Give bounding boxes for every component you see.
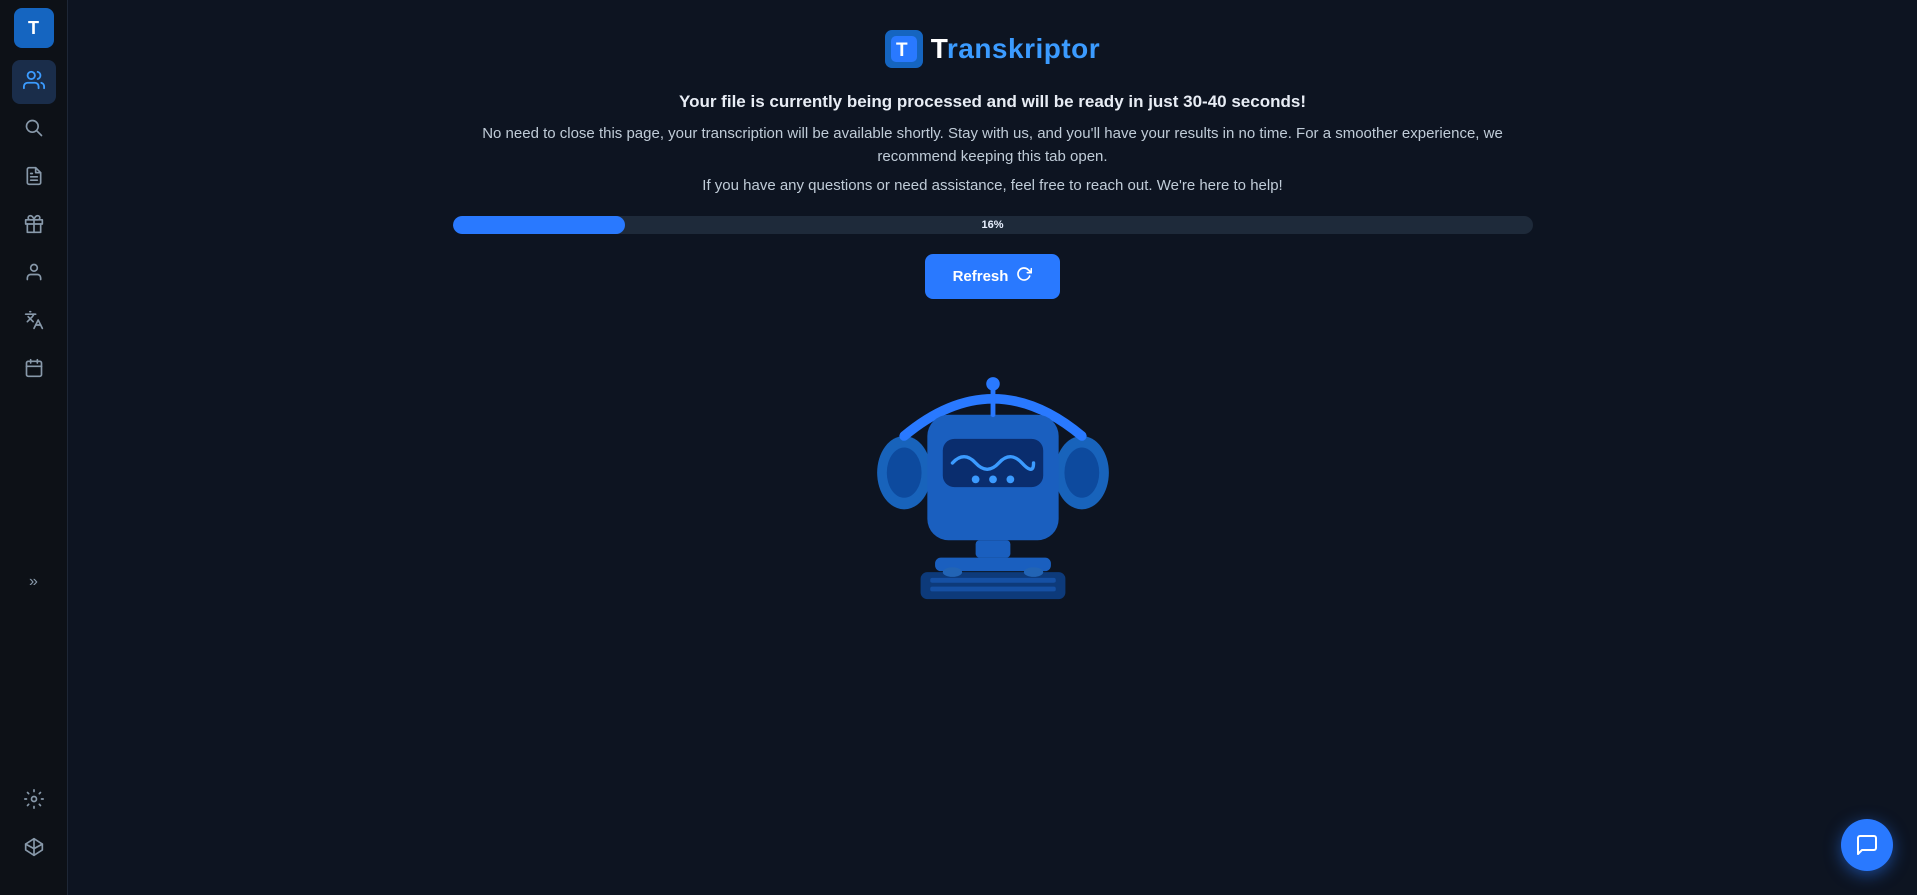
brand-name: Transkriptor [931,33,1100,65]
calendar-icon [24,358,44,383]
translate-icon [24,310,44,335]
refresh-button[interactable]: Refresh [925,254,1061,299]
sidebar-logo[interactable]: T [14,8,54,48]
main-content: T Transkriptor Your file is currently be… [68,0,1917,895]
progress-fill [453,216,626,234]
diamond-icon [24,837,44,862]
processing-line2: No need to close this page, your transcr… [463,122,1523,169]
svg-text:T: T [896,40,908,61]
users-icon [23,69,45,96]
sidebar-item-tools[interactable] [12,779,56,823]
progress-bar-container: 16% [453,216,1533,234]
chevron-right-double-icon: » [29,573,38,591]
processing-line1: Your file is currently being processed a… [463,92,1523,112]
sidebar-item-files[interactable] [12,156,56,200]
logo-header: T Transkriptor [885,30,1100,68]
sidebar: T [0,0,68,895]
progress-label: 16% [981,219,1003,231]
robot-illustration [863,323,1123,603]
refresh-icon [1016,266,1032,287]
search-icon [24,118,44,143]
chat-bubble-button[interactable] [1841,819,1893,871]
sidebar-item-users[interactable] [12,60,56,104]
sidebar-item-translate[interactable] [12,300,56,344]
message-block: Your file is currently being processed a… [463,92,1523,194]
refresh-button-label: Refresh [953,268,1009,285]
brand-name-rest: ranskriptor [947,33,1100,64]
sidebar-item-gift[interactable] [12,204,56,248]
content-area: T Transkriptor Your file is currently be… [68,0,1917,895]
person-icon [24,262,44,287]
sidebar-logo-letter: T [28,18,39,39]
sidebar-item-profile[interactable] [12,252,56,296]
tools-icon [24,789,44,814]
sidebar-item-calendar[interactable] [12,348,56,392]
gift-icon [24,214,44,239]
sidebar-expand-button[interactable]: » [12,560,56,604]
sidebar-item-search[interactable] [12,108,56,152]
logo-icon: T [885,30,923,68]
file-icon [24,166,44,191]
sidebar-item-diamond[interactable] [12,827,56,871]
brand-name-T: T [931,33,947,64]
processing-line3: If you have any questions or need assist… [463,177,1523,194]
